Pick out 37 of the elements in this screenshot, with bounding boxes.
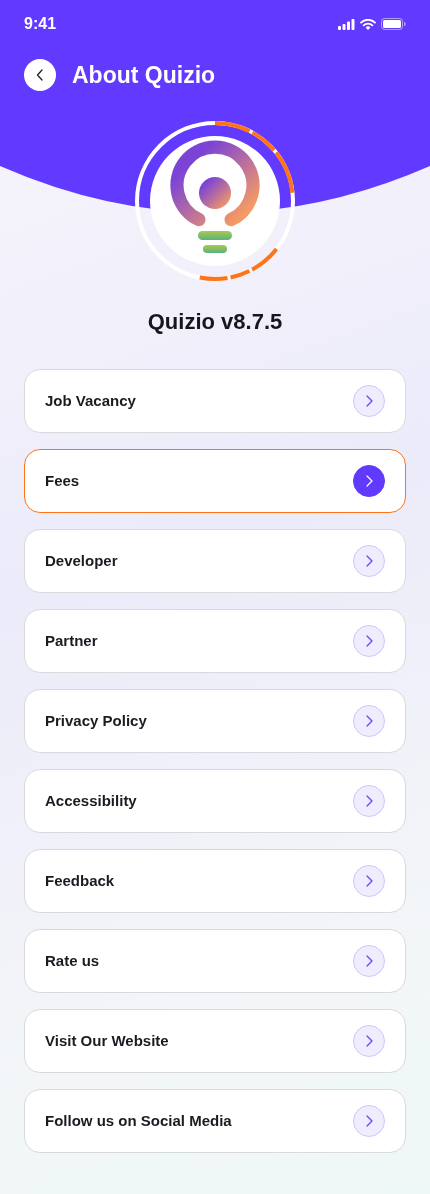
chevron-right-icon: [364, 1035, 374, 1047]
chevron-right-icon: [364, 875, 374, 887]
page-title: About Quizio: [72, 60, 216, 90]
menu-item-label: Rate us: [45, 950, 100, 971]
chevron-right-icon: [364, 955, 374, 967]
wifi-icon: [360, 18, 376, 30]
menu-item[interactable]: Visit Our Website: [24, 1009, 406, 1073]
battery-icon: [381, 18, 406, 30]
menu-item-label: Fees: [45, 470, 80, 491]
menu-item[interactable]: Developer: [24, 529, 406, 593]
chevron-right-icon: [364, 395, 374, 407]
menu-item-label: Accessibility: [45, 790, 137, 811]
menu-item-label: Partner: [45, 630, 98, 651]
menu-item-label: Follow us on Social Media: [45, 1110, 232, 1131]
menu-item-label: Developer: [45, 550, 118, 571]
app-version: Quizio v8.7.5: [146, 308, 284, 336]
menu-item-label: Feedback: [45, 870, 115, 891]
menu-item-label: Visit Our Website: [45, 1030, 169, 1051]
chevron-right-icon: [364, 1115, 374, 1127]
menu-item[interactable]: Rate us: [24, 929, 406, 993]
chevron-right-icon: [364, 635, 374, 647]
menu-item[interactable]: Fees: [24, 449, 406, 513]
signal-icon: [338, 18, 355, 30]
chevron-right-icon: [364, 555, 374, 567]
status-time: 9:41: [24, 14, 57, 34]
menu-item-label: Privacy Policy: [45, 710, 147, 731]
menu-item[interactable]: Privacy Policy: [24, 689, 406, 753]
menu-item[interactable]: Feedback: [24, 849, 406, 913]
menu-item[interactable]: Follow us on Social Media: [24, 1089, 406, 1153]
menu-item[interactable]: Accessibility: [24, 769, 406, 833]
chevron-right-icon: [364, 795, 374, 807]
menu-item-label: Job Vacancy: [45, 390, 136, 411]
menu-item[interactable]: Partner: [24, 609, 406, 673]
chevron-left-icon: [36, 69, 44, 81]
menu-item[interactable]: Job Vacancy: [24, 369, 406, 433]
chevron-right-icon: [364, 475, 374, 487]
chevron-right-icon: [364, 715, 374, 727]
